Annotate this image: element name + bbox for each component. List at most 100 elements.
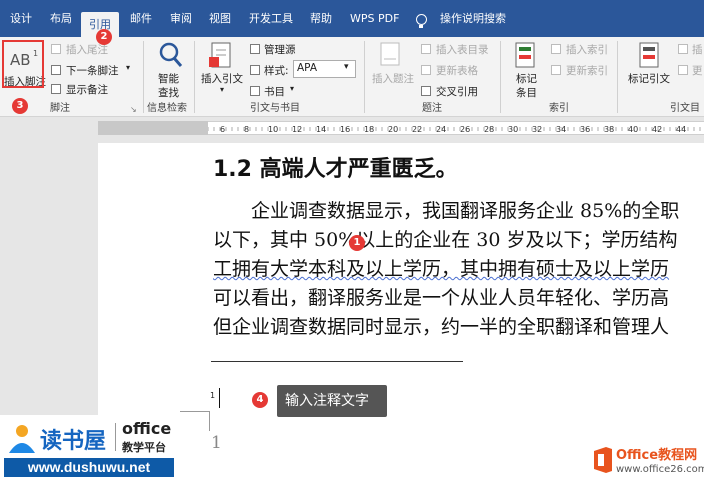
ruler-number: 32 (532, 125, 542, 134)
body-line-3: 工拥有大学本科及以上学历，其中拥有硕士及以上学历 (213, 258, 670, 280)
office26-url: www.office26.com (616, 464, 704, 475)
smart-lookup-label-2[interactable]: 查找 (158, 85, 179, 100)
insert-index-button[interactable]: 插入索引 (566, 42, 608, 57)
ribbon: AB 1 插入脚注 插入尾注 下一条脚注 ▾ 显示备注 脚注 ↘ 智能 查找 信… (0, 37, 704, 117)
manage-sources-icon (250, 44, 260, 54)
tell-me-search[interactable]: 操作说明搜索 (440, 0, 506, 37)
ruler-number: 28 (484, 125, 494, 134)
group-separator (364, 41, 365, 113)
dushuwu-subtitle: 教学平台 (122, 441, 166, 454)
text-cursor (219, 388, 220, 408)
step-badge-2: 2 (96, 29, 112, 45)
ruler-number: 36 (580, 125, 590, 134)
step-badge-3: 3 (12, 98, 28, 114)
footnote-number: 1 (210, 391, 216, 400)
tab-layout[interactable]: 布局 (50, 0, 72, 37)
office-logo-icon (594, 447, 612, 473)
mark-entry-label-2[interactable]: 条目 (516, 85, 537, 100)
logo-divider (115, 423, 116, 451)
show-notes-icon (51, 84, 61, 94)
next-footnote-dropdown-icon[interactable]: ▾ (126, 63, 130, 72)
bibliography-icon (250, 86, 260, 96)
footnotes-group-label: 脚注 (50, 103, 70, 114)
style-select[interactable]: APA ▾ (293, 60, 356, 78)
page-corner-mark (180, 411, 210, 412)
style-label: 样式: (264, 65, 289, 77)
ruler-number: 30 (508, 125, 518, 134)
insert-table-of-figures-icon (421, 44, 431, 54)
ruler-number: 22 (412, 125, 422, 134)
body-line-4: 可以看出，翻译服务业是一个从业人员年轻化、学历高 (213, 287, 670, 309)
annotation-tooltip: 输入注释文字 (277, 385, 387, 417)
tab-mailings[interactable]: 邮件 (130, 0, 152, 37)
mark-entry-icon (515, 42, 535, 68)
insert-citation-button[interactable]: 插入引文 (201, 71, 243, 86)
ruler-number: 40 (628, 125, 638, 134)
ruler-number: 38 (604, 125, 614, 134)
tab-design[interactable]: 设计 (10, 0, 32, 37)
toa-group-label: 引文目 (670, 103, 700, 114)
research-group-label: 信息检索 (147, 103, 187, 114)
style-select-value: APA (297, 62, 318, 74)
page-corner-mark (209, 411, 210, 431)
body-line-2: 以下，其中 50%以上的企业在 30 岁及以下；学历结构 (213, 229, 678, 251)
ruler-number: 42 (652, 125, 662, 134)
ruler-number: 26 (460, 125, 470, 134)
insert-table-of-figures-button[interactable]: 插入表目录 (436, 42, 489, 57)
bibliography-dropdown-icon[interactable]: ▾ (290, 84, 294, 93)
lightbulb-icon (416, 14, 427, 28)
ruler-number: 20 (388, 125, 398, 134)
body-line-5: 但企业调查数据同时显示，约一半的全职翻译和管理人 (213, 316, 670, 338)
group-separator (143, 41, 144, 113)
show-notes-button[interactable]: 显示备注 (66, 82, 108, 97)
update-toa-button[interactable]: 更 (692, 63, 703, 78)
smart-lookup-icon (159, 42, 183, 67)
dushuwu-person-icon (9, 425, 35, 453)
ruler-number: 16 (340, 125, 350, 134)
insert-caption-button[interactable]: 插入题注 (372, 71, 414, 86)
manage-sources-button[interactable]: 管理源 (264, 42, 296, 57)
insert-toa-button[interactable]: 插 (692, 42, 703, 57)
update-toa-icon (678, 65, 688, 75)
ruler-number: 24 (436, 125, 446, 134)
mark-citation-button[interactable]: 标记引文 (628, 71, 670, 86)
smart-lookup-label-1[interactable]: 智能 (158, 71, 179, 86)
office26-name: Office教程网 (616, 448, 698, 463)
ruler-number: 44 (676, 125, 686, 134)
document-page[interactable]: 1.2 高端人才严重匮乏。 企业调查数据显示，我国翻译服务企业 85%的全职 以… (98, 143, 704, 483)
update-table-button[interactable]: 更新表格 (436, 63, 478, 78)
bibliography-button[interactable]: 书目 (264, 84, 285, 99)
dushuwu-logo: 读书屋 office 教学平台 www.dushuwu.net (0, 415, 178, 483)
footnote-separator (211, 361, 463, 362)
next-footnote-icon (51, 65, 61, 75)
tab-help[interactable]: 帮助 (310, 0, 332, 37)
cross-reference-button[interactable]: 交叉引用 (436, 84, 478, 99)
footnotes-dialog-launcher-icon[interactable]: ↘ (130, 105, 137, 114)
index-group-label: 索引 (549, 103, 569, 114)
insert-toa-icon (678, 44, 688, 54)
ruler-number: 14 (316, 125, 326, 134)
tab-view[interactable]: 视图 (209, 0, 231, 37)
tab-review[interactable]: 审阅 (170, 0, 192, 37)
body-line-1: 企业调查数据显示，我国翻译服务企业 85%的全职 (213, 200, 680, 222)
insert-index-icon (551, 44, 561, 54)
captions-group-label: 题注 (422, 103, 442, 114)
ruler-number: 6 (220, 125, 225, 134)
group-separator (500, 41, 501, 113)
ruler-number: 18 (364, 125, 374, 134)
office26-logo: Office教程网 www.office26.com (590, 440, 704, 483)
page-number-marker: 1 (211, 433, 222, 453)
citations-group-label: 引文与书目 (250, 103, 300, 114)
mark-entry-label-1[interactable]: 标记 (516, 71, 537, 86)
group-separator (617, 41, 618, 113)
document-heading: 1.2 高端人才严重匮乏。 (213, 157, 458, 182)
insert-endnote-icon (51, 44, 61, 54)
tab-wps-pdf[interactable]: WPS PDF (350, 0, 399, 37)
insert-citation-dropdown-icon[interactable]: ▾ (220, 85, 224, 94)
mark-citation-icon (639, 42, 659, 68)
cross-reference-icon (421, 86, 431, 96)
next-footnote-button[interactable]: 下一条脚注 (66, 63, 119, 78)
update-index-button[interactable]: 更新索引 (566, 63, 608, 78)
dushuwu-url: www.dushuwu.net (4, 458, 174, 477)
tab-developer[interactable]: 开发工具 (249, 0, 293, 37)
